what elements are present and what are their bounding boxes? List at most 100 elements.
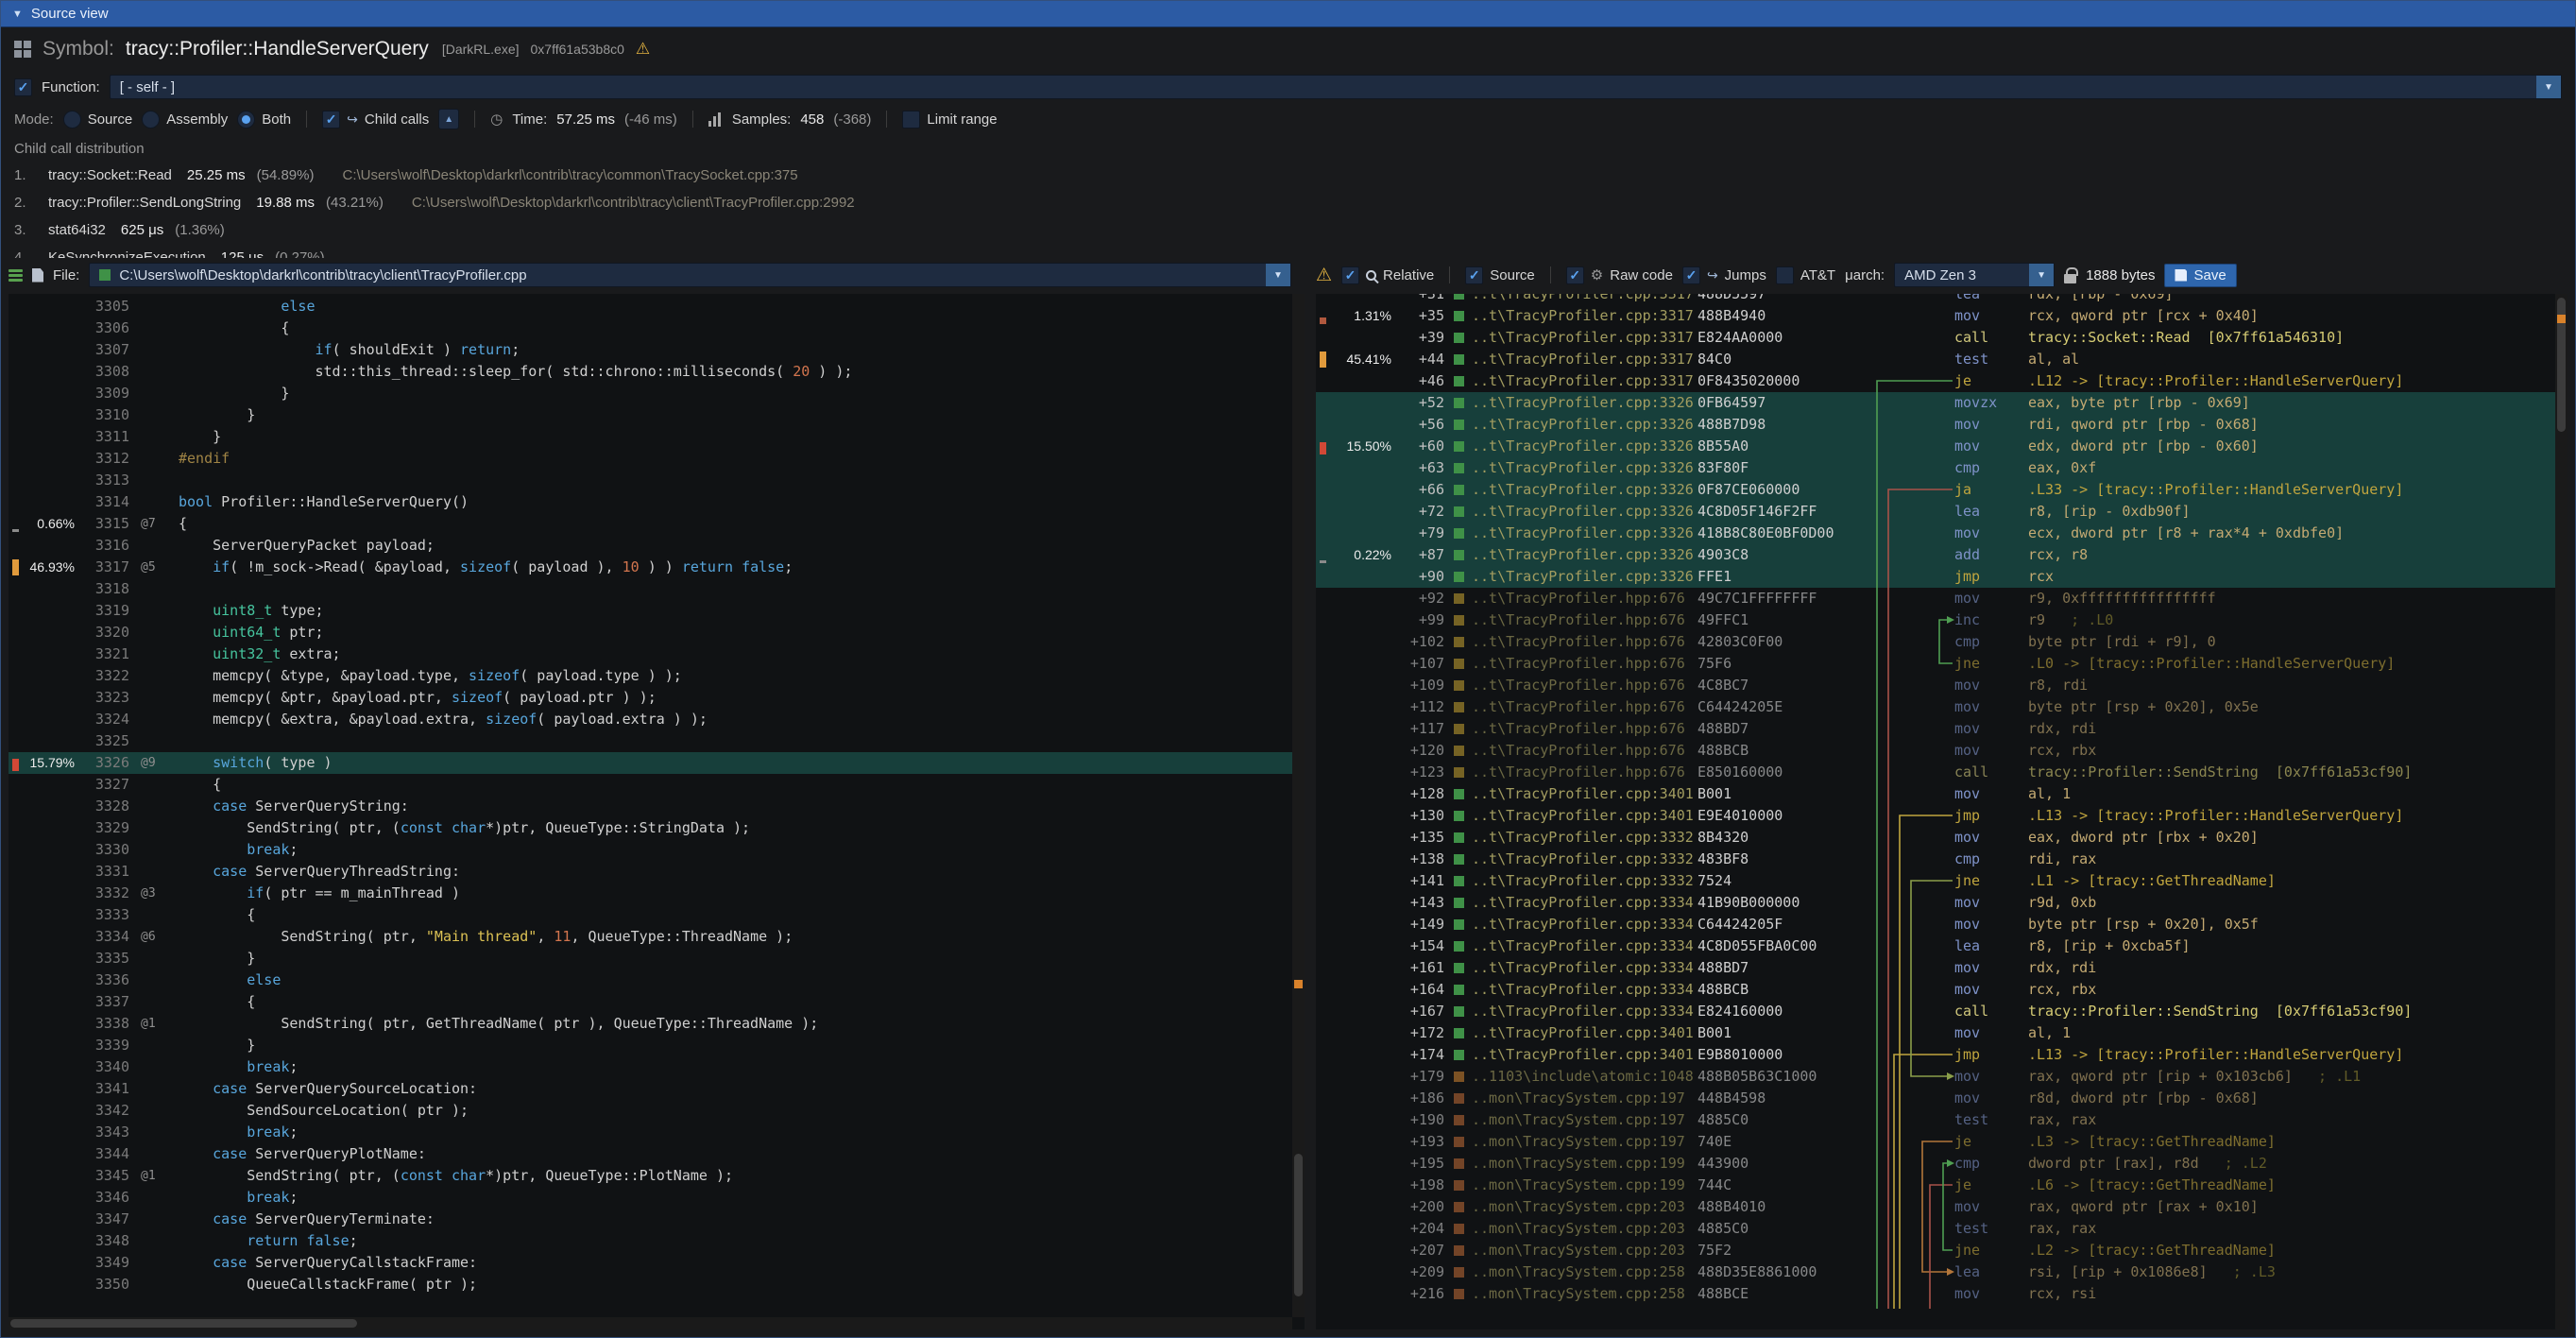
source-line[interactable]: 3325 [9,730,1292,752]
file-combo[interactable]: C:\Users\wolf\Desktop\darkrl\contrib\tra… [89,263,1291,287]
asm-row[interactable]: +79..t\TracyProfiler.cpp:3326418B8C80E0B… [1316,523,2555,544]
source-line[interactable]: 3340 break; [9,1056,1292,1078]
asm-row[interactable]: +216..mon\TracySystem.cpp:258488BCEmovrc… [1316,1283,2555,1305]
asm-row[interactable]: 1.31%+35..t\TracyProfiler.cpp:3317488B49… [1316,305,2555,327]
asm-row[interactable]: +102..t\TracyProfiler.hpp:67642803C0F00c… [1316,631,2555,653]
source-line[interactable]: 3320 uint64_t ptr; [9,622,1292,643]
source-line[interactable]: 3309 } [9,383,1292,404]
asm-row[interactable]: +190..mon\TracySystem.cpp:1974885C0testr… [1316,1109,2555,1131]
source-line[interactable]: 3350 QueueCallstackFrame( ptr ); [9,1274,1292,1295]
asm-row[interactable]: 15.50%+60..t\TracyProfiler.cpp:33268B55A… [1316,436,2555,457]
att-syntax-checkbox[interactable]: AT&T [1776,266,1835,284]
source-line[interactable]: 3346 break; [9,1187,1292,1209]
source-line[interactable]: 3336 else [9,969,1292,991]
child-call-entry[interactable]: 2.tracy::Profiler::SendLongString19.88 m… [14,189,2562,216]
save-button[interactable]: Save [2164,264,2236,287]
source-line[interactable]: 3310 } [9,404,1292,426]
child-call-entry[interactable]: 1.tracy::Socket::Read25.25 ms(54.89%)C:\… [14,162,2562,189]
source-line[interactable]: 3319 uint8_t type; [9,600,1292,622]
asm-row[interactable]: +164..t\TracyProfiler.cpp:3334488BCBmovr… [1316,979,2555,1001]
asm-row[interactable]: +179..1103\include\atomic:1048488B05B63C… [1316,1066,2555,1088]
source-checkbox[interactable]: ✓ Source [1465,266,1535,284]
collapse-icon[interactable]: ▼ [12,9,23,20]
asm-row[interactable]: +195..mon\TracySystem.cpp:199443900cmpdw… [1316,1153,2555,1175]
asm-row[interactable]: +39..t\TracyProfiler.cpp:3317E824AA0000c… [1316,327,2555,349]
asm-row[interactable]: +174..t\TracyProfiler.cpp:3401E9B8010000… [1316,1044,2555,1066]
source-line[interactable]: 3348 return false; [9,1230,1292,1252]
asm-row[interactable]: +161..t\TracyProfiler.cpp:3334488BD7movr… [1316,957,2555,979]
source-line[interactable]: 3335 } [9,948,1292,969]
source-line[interactable]: 3342 SendSourceLocation( ptr ); [9,1100,1292,1122]
propagate-inlines-button[interactable]: ▲ [438,109,459,129]
asm-row[interactable]: +149..t\TracyProfiler.cpp:3334C64424205F… [1316,914,2555,935]
source-line[interactable]: 3332@3 if( ptr == m_mainThread ) [9,883,1292,904]
source-line[interactable]: 3313 [9,470,1292,491]
source-line[interactable]: 3345@1 SendString( ptr, (const char*)ptr… [9,1165,1292,1187]
jumps-checkbox[interactable]: ✓ ↪ Jumps [1682,266,1766,284]
asm-row[interactable]: +52..t\TracyProfiler.cpp:33260FB64597mov… [1316,392,2555,414]
source-line[interactable]: 3323 memcpy( &ptr, &payload.ptr, sizeof(… [9,687,1292,709]
asm-row[interactable]: +99..t\TracyProfiler.hpp:67649FFC1incr9 … [1316,609,2555,631]
source-line[interactable]: 3321 uint32_t extra; [9,643,1292,665]
source-line[interactable]: 3333 { [9,904,1292,926]
asm-row[interactable]: +128..t\TracyProfiler.cpp:3401B001moval,… [1316,783,2555,805]
source-line[interactable]: 3331 case ServerQueryThreadString: [9,861,1292,883]
asm-row[interactable]: +90..t\TracyProfiler.cpp:3326FFE1jmprcx [1316,566,2555,588]
asm-row[interactable]: +130..t\TracyProfiler.cpp:3401E9E4010000… [1316,805,2555,827]
source-line[interactable]: 46.93%3317@5 if( !m_sock->Read( &payload… [9,557,1292,578]
source-line[interactable]: 3338@1 SendString( ptr, GetThreadName( p… [9,1013,1292,1035]
asm-row[interactable]: +107..t\TracyProfiler.hpp:67675F6jne.L0 … [1316,653,2555,675]
source-line[interactable]: 15.79%3326@9 switch( type ) [9,752,1292,774]
source-line[interactable]: 3316 ServerQueryPacket payload; [9,535,1292,557]
asm-row[interactable]: +193..mon\TracySystem.cpp:197740Eje.L3 -… [1316,1131,2555,1153]
child-call-entry[interactable]: 4.KeSynchronizeExecution125 μs(0.27%) [14,244,2562,258]
source-line[interactable]: 3337 { [9,991,1292,1013]
asm-row[interactable]: +66..t\TracyProfiler.cpp:33260F87CE06000… [1316,479,2555,501]
function-combo[interactable]: [ - self - ] ▼ [110,75,2562,99]
source-horizontal-scrollbar[interactable] [9,1317,1292,1329]
asm-row[interactable]: +200..mon\TracySystem.cpp:203488B4010mov… [1316,1196,2555,1218]
asm-row[interactable]: +138..t\TracyProfiler.cpp:3332483BF8cmpr… [1316,849,2555,870]
asm-row[interactable]: +209..mon\TracySystem.cpp:258488D35E8861… [1316,1261,2555,1283]
assembly-vertical-scrollbar[interactable] [2555,294,2567,1329]
asm-row[interactable]: +154..t\TracyProfiler.cpp:33344C8D055FBA… [1316,935,2555,957]
asm-row[interactable]: +120..t\TracyProfiler.hpp:676488BCBmovrc… [1316,740,2555,762]
function-checkbox[interactable]: ✓ [14,78,32,96]
file-list-icon[interactable] [9,267,23,283]
limit-range-checkbox[interactable]: Limit range [902,111,997,129]
scrollbar-handle[interactable] [10,1319,357,1328]
source-line[interactable]: 3330 break; [9,839,1292,861]
asm-row[interactable]: 45.41%+44..t\TracyProfiler.cpp:331784C0t… [1316,349,2555,370]
source-line[interactable]: 3334@6 SendString( ptr, "Main thread", 1… [9,926,1292,948]
source-line[interactable]: 3349 case ServerQueryCallstackFrame: [9,1252,1292,1274]
asm-row[interactable]: +72..t\TracyProfiler.cpp:33264C8D05F146F… [1316,501,2555,523]
source-line[interactable]: 3322 memcpy( &type, &payload.type, sizeo… [9,665,1292,687]
source-line[interactable]: 3343 break; [9,1122,1292,1143]
asm-row[interactable]: +46..t\TracyProfiler.cpp:33170F843502000… [1316,370,2555,392]
asm-row[interactable]: +207..mon\TracySystem.cpp:20375F2jne.L2 … [1316,1240,2555,1261]
source-line[interactable]: 3307 if( shouldExit ) return; [9,339,1292,361]
source-line[interactable]: 3329 SendString( ptr, (const char*)ptr, … [9,817,1292,839]
relative-checkbox[interactable]: ✓ Relative [1341,266,1434,284]
source-line[interactable]: 3341 case ServerQuerySourceLocation: [9,1078,1292,1100]
source-line[interactable]: 3306 { [9,317,1292,339]
asm-row[interactable]: +63..t\TracyProfiler.cpp:332683F80Fcmpea… [1316,457,2555,479]
mode-radio-source[interactable]: Source [63,111,133,129]
source-line[interactable]: 3344 case ServerQueryPlotName: [9,1143,1292,1165]
asm-row[interactable]: +31..t\TracyProfiler.cpp:3317488D5597lea… [1316,294,2555,305]
asm-row[interactable]: +56..t\TracyProfiler.cpp:3326488B7D98mov… [1316,414,2555,436]
source-line[interactable]: 3312#endif [9,448,1292,470]
source-line[interactable]: 3347 case ServerQueryTerminate: [9,1209,1292,1230]
source-line[interactable]: 3308 std::this_thread::sleep_for( std::c… [9,361,1292,383]
source-line[interactable]: 3311 } [9,426,1292,448]
asm-row[interactable]: +172..t\TracyProfiler.cpp:3401B001moval,… [1316,1022,2555,1044]
asm-row[interactable]: +167..t\TracyProfiler.cpp:3334E824160000… [1316,1001,2555,1022]
source-vertical-scrollbar[interactable] [1292,294,1305,1317]
asm-row[interactable]: +109..t\TracyProfiler.hpp:6764C8BC7movr8… [1316,675,2555,696]
source-line[interactable]: 3305 else [9,296,1292,317]
mode-radio-both[interactable]: Both [237,111,291,129]
source-line[interactable]: 3327 { [9,774,1292,796]
child-calls-checkbox[interactable]: ✓ ↪ Child calls [322,111,429,129]
asm-row[interactable]: +92..t\TracyProfiler.hpp:67649C7C1FFFFFF… [1316,588,2555,609]
raw-code-checkbox[interactable]: ✓ ⚙ Raw code [1566,266,1673,284]
